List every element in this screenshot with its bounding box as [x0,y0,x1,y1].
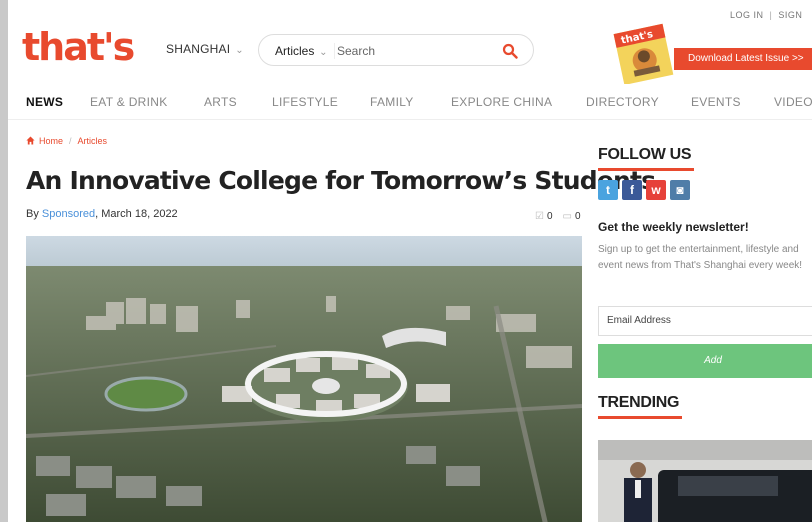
nav-lifestyle[interactable]: LIFESTYLE [272,95,338,109]
nav-video[interactable]: VIDEO [774,95,812,109]
account-links: LOG IN | SIGN [730,10,802,20]
add-button[interactable]: Add [598,344,812,378]
follow-us-heading: FOLLOW US [598,146,692,163]
divider: | [769,10,773,20]
comment-count: 0 [574,211,581,222]
weibo-icon[interactable]: w [646,180,666,200]
instagram-icon[interactable]: ◙ [670,180,690,200]
breadcrumb-separator: / [69,136,72,146]
hero-image [26,236,582,522]
breadcrumb: Home / Articles [26,136,107,146]
site-header: that's SHANGHAI ⌄ Articles ⌄ LOG IN | SIGN… [8,0,812,86]
search-category-label: Articles [275,44,315,58]
page: that's SHANGHAI ⌄ Articles ⌄ LOG IN | SIGN… [8,0,812,522]
newsletter-description: Sign up to get the entertainment, lifest… [598,244,803,271]
breadcrumb-articles[interactable]: Articles [78,136,108,146]
download-issue-button[interactable]: Download Latest Issue >> [674,48,812,70]
trending-thumbnail[interactable] [598,440,812,522]
like-icon[interactable]: ☑ [535,211,544,222]
article-stats: ☑ 0 ▭ 0 [535,211,581,222]
search-divider [334,43,335,59]
facebook-icon[interactable]: f [622,180,642,200]
nav-family[interactable]: FAMILY [370,95,414,109]
city-selector[interactable]: SHANGHAI ⌄ [166,42,244,56]
main-nav: NEWS EAT & DRINK ARTS LIFESTYLE FAMILY E… [8,86,812,120]
author-link[interactable]: Sponsored [42,208,95,220]
comment-icon[interactable]: ▭ [563,211,572,222]
login-link[interactable]: LOG IN [730,10,764,20]
search-icon[interactable] [502,43,518,59]
like-count: 0 [546,211,553,222]
breadcrumb-home[interactable]: Home [39,136,63,146]
download-label: Download Latest Issue >> [688,53,804,64]
nav-eat-drink[interactable]: EAT & DRINK [90,95,168,109]
nav-events[interactable]: EVENTS [691,95,741,109]
article-date: , March 18, 2022 [95,208,178,220]
search-category-dropdown[interactable]: Articles ⌄ [275,44,328,58]
nav-news[interactable]: NEWS [26,95,63,109]
article-byline: By Sponsored, March 18, 2022 [26,208,178,220]
magazine-cover[interactable]: that's [608,20,682,84]
heading-underline [598,168,694,171]
nav-explore-china[interactable]: EXPLORE CHINA [451,95,552,109]
chevron-down-icon: ⌄ [232,45,244,56]
search-input[interactable] [337,41,497,61]
signup-link[interactable]: SIGN [778,10,802,20]
article-title: An Innovative College for Tomorrow’s Stu… [26,166,656,195]
search-bar: Articles ⌄ [258,34,534,66]
nav-directory[interactable]: DIRECTORY [586,95,659,109]
byline-prefix: By [26,208,42,220]
social-icons: t f w ◙ [598,180,690,200]
city-label: SHANGHAI [166,42,231,56]
newsletter-title: Get the weekly newsletter! [598,220,749,234]
email-field[interactable]: Email Address [598,306,812,336]
heading-underline [598,416,682,419]
twitter-icon[interactable]: t [598,180,618,200]
thats-logo[interactable]: that's [22,20,148,68]
logo-text: that's [22,25,134,68]
trending-heading: TRENDING [598,394,680,411]
chevron-down-icon: ⌄ [316,47,328,58]
nav-arts[interactable]: ARTS [204,95,237,109]
home-icon [26,136,35,145]
